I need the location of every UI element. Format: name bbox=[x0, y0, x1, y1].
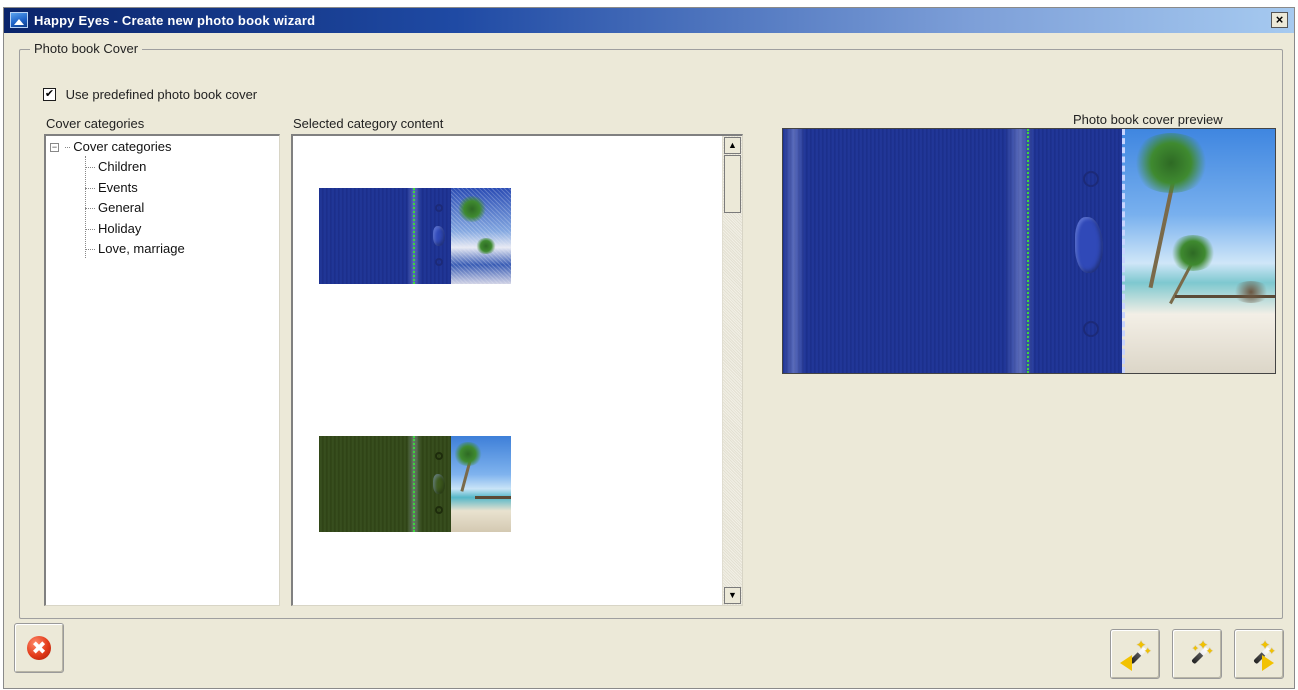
tree-root-label[interactable]: Cover categories bbox=[73, 139, 171, 154]
scroll-down-button[interactable]: ▼ bbox=[724, 587, 741, 604]
wizard-window: Happy Eyes - Create new photo book wizar… bbox=[3, 7, 1295, 689]
wizard-button[interactable]: ✦ ✦ ✦ bbox=[1172, 629, 1222, 679]
back-button[interactable]: ✦ ✦ bbox=[1110, 629, 1160, 679]
tree-item-children[interactable]: Children bbox=[85, 159, 146, 174]
category-content-list[interactable]: ▲ ▼ bbox=[291, 134, 743, 606]
cover-categories-label: Cover categories bbox=[46, 116, 145, 131]
category-content-label: Selected category content bbox=[293, 116, 444, 131]
window-title: Happy Eyes - Create new photo book wizar… bbox=[34, 13, 316, 28]
cover-categories-tree[interactable]: − Cover categories Children Events Gener… bbox=[44, 134, 280, 606]
predefined-cover-checkbox[interactable]: ✔ bbox=[43, 88, 56, 102]
collapse-icon[interactable]: − bbox=[50, 143, 59, 153]
cover-thumbnail-green[interactable] bbox=[319, 436, 511, 532]
tree-node-root[interactable]: − Cover categories bbox=[50, 139, 172, 154]
scroll-up-button[interactable]: ▲ bbox=[724, 137, 741, 154]
content-scrollbar[interactable]: ▲ ▼ bbox=[722, 136, 742, 605]
cover-preview-label: Photo book cover preview bbox=[1073, 112, 1223, 127]
next-button[interactable]: ✦ ✦ bbox=[1234, 629, 1284, 679]
tree-item-holiday[interactable]: Holiday bbox=[85, 221, 141, 236]
predefined-cover-option[interactable]: ✔ Use predefined photo book cover bbox=[43, 86, 257, 102]
magic-wand-icon: ✦ ✦ ✦ bbox=[1182, 639, 1214, 671]
tree-item-events[interactable]: Events bbox=[85, 180, 138, 195]
cancel-button[interactable]: ✖ bbox=[14, 623, 64, 673]
window-close-button[interactable]: × bbox=[1271, 12, 1288, 28]
tree-item-love-marriage[interactable]: Love, marriage bbox=[85, 241, 185, 256]
magic-wand-next-icon: ✦ ✦ bbox=[1244, 639, 1276, 671]
app-icon bbox=[10, 12, 28, 28]
predefined-cover-label[interactable]: Use predefined photo book cover bbox=[66, 87, 258, 102]
magic-wand-back-icon: ✦ ✦ bbox=[1120, 639, 1152, 671]
cover-preview-image bbox=[782, 128, 1276, 374]
title-bar: Happy Eyes - Create new photo book wizar… bbox=[4, 8, 1294, 33]
tree-item-general[interactable]: General bbox=[85, 200, 144, 215]
cover-thumbnail-blue[interactable] bbox=[319, 188, 511, 284]
scroll-thumb[interactable] bbox=[724, 155, 741, 213]
group-legend: Photo book Cover bbox=[30, 41, 143, 56]
cancel-icon: ✖ bbox=[27, 636, 51, 660]
